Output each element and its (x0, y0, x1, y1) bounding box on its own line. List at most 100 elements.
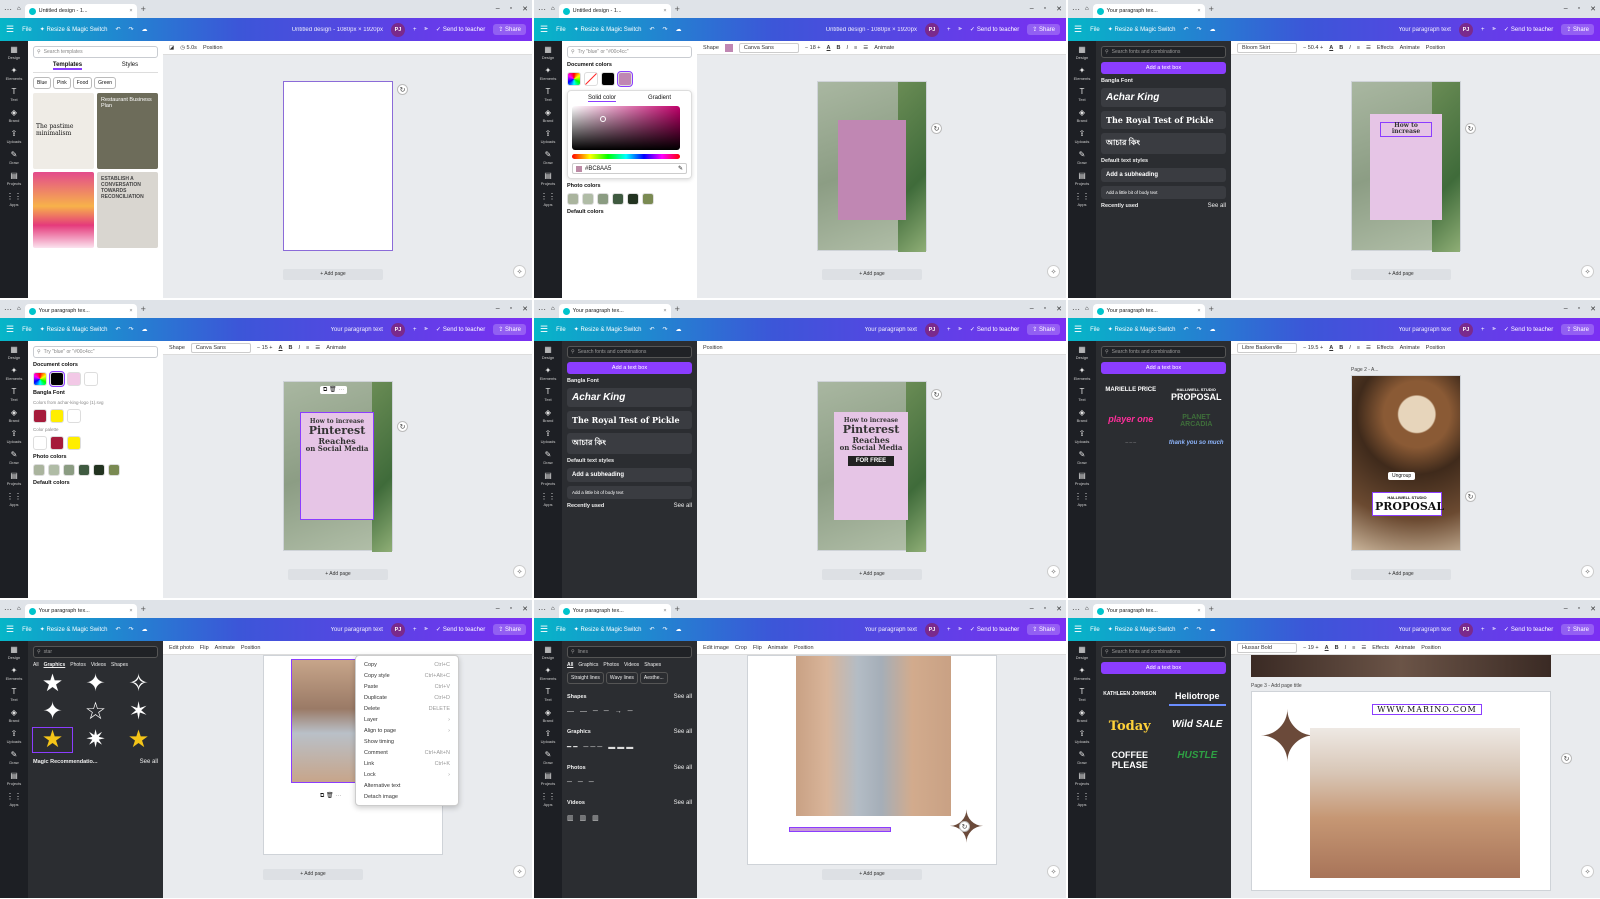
rail-item-design[interactable]: ▦ Design (8, 645, 20, 660)
cloud-save-icon[interactable]: ☁ (142, 626, 148, 633)
menu-icon[interactable]: ☰ (1074, 324, 1082, 335)
rail-item-text[interactable]: T Text (1078, 87, 1085, 102)
rail-item-projects[interactable]: ▤ Projects (1075, 771, 1089, 786)
text-color-icon[interactable]: A (1329, 45, 1333, 51)
photo-swatch[interactable] (108, 464, 120, 476)
font-size-stepper[interactable]: − 18 + (805, 45, 821, 51)
menu-item-comment[interactable]: Comment Ctrl+Alt+N (356, 747, 458, 758)
font-royal-test[interactable]: The Royal Test of Pickle (1101, 111, 1226, 129)
font-dropdown[interactable]: Hussar Bold (1237, 642, 1297, 653)
rail-item-design[interactable]: ▦ Design (542, 345, 554, 360)
menu-icon[interactable]: ☰ (1074, 24, 1082, 35)
rail-item-brand[interactable]: ◈ Brand (1077, 708, 1088, 723)
rail-item-brand[interactable]: ◈ Brand (543, 408, 554, 423)
refresh-icon[interactable]: ↻ (959, 821, 970, 832)
analytics-icon[interactable]: ⫸ (1492, 326, 1495, 333)
add-collaborator-icon[interactable]: + (413, 327, 417, 333)
photo-swatch[interactable] (612, 193, 624, 205)
close-window-icon[interactable]: ✕ (1590, 605, 1596, 613)
design-title[interactable]: Untitled design - 1080px × 1920px (292, 27, 383, 33)
toolbar-flip[interactable]: Flip (200, 645, 209, 651)
star-graphic[interactable]: ✷ (76, 728, 115, 752)
cloud-save-icon[interactable]: ☁ (676, 326, 682, 333)
animate-button[interactable]: Animate (1400, 45, 1420, 51)
resize-button[interactable]: ✦ Resize & Magic Switch (574, 626, 642, 633)
rail-item-draw[interactable]: ✎ Draw (9, 750, 18, 765)
rail-item-text[interactable]: T Text (10, 387, 17, 402)
design-title[interactable]: Your paragraph text (330, 627, 382, 633)
redo-icon[interactable]: ↷ (129, 626, 134, 633)
add-page-button[interactable]: + Add page (283, 269, 383, 280)
add-collaborator-icon[interactable]: + (413, 27, 417, 33)
italic-icon[interactable]: I (847, 45, 849, 51)
undo-icon[interactable]: ↶ (649, 326, 654, 333)
template-card[interactable] (33, 172, 94, 248)
add-collaborator-icon[interactable]: + (413, 627, 417, 633)
dots-icon[interactable]: ⋯ (4, 5, 13, 14)
home-icon[interactable]: ⌂ (17, 306, 21, 312)
rail-item-apps[interactable]: ⋮⋮ Apps (1074, 492, 1090, 507)
browser-tab[interactable]: Your paragraph tex... × (558, 604, 671, 618)
design-page[interactable] (817, 81, 927, 252)
undo-icon[interactable]: ↶ (1183, 26, 1188, 33)
add-page-button[interactable]: + Add page (822, 869, 922, 880)
new-tab-icon[interactable]: + (675, 304, 680, 314)
file-menu[interactable]: File (1090, 27, 1100, 33)
cloud-save-icon[interactable]: ☁ (1210, 626, 1216, 633)
text-color-icon[interactable]: A (279, 345, 283, 351)
shape-button[interactable]: Shape (169, 345, 185, 351)
toolbar-edit-image[interactable]: Edit image (703, 645, 729, 651)
text-color-icon[interactable]: A (827, 45, 831, 51)
user-avatar[interactable]: PJ (1458, 322, 1473, 337)
browser-tab[interactable]: Your paragraph tex... × (24, 304, 137, 318)
rail-item-uploads[interactable]: ⇪ Uploads (1075, 729, 1090, 744)
redo-icon[interactable]: ↷ (129, 26, 134, 33)
browser-tab[interactable]: Your paragraph tex... × (1092, 604, 1205, 618)
design-title[interactable]: Your paragraph text (330, 327, 382, 333)
close-window-icon[interactable]: ✕ (1056, 605, 1062, 613)
font-combo-tile[interactable]: KATHLEEN JOHNSON (1101, 688, 1159, 706)
tab-templates[interactable]: Templates (52, 62, 83, 70)
close-window-icon[interactable]: ✕ (1056, 5, 1062, 13)
chip[interactable]: Wavy lines (605, 672, 638, 684)
analytics-icon[interactable]: ⫸ (958, 626, 961, 633)
rail-item-text[interactable]: T Text (544, 87, 551, 102)
undo-icon[interactable]: ↶ (115, 326, 120, 333)
undo-icon[interactable]: ↶ (1183, 326, 1188, 333)
send-to-teacher-button[interactable]: ✓ Send to teacher (1504, 26, 1553, 34)
browser-tab[interactable]: Your paragraph tex... × (1092, 4, 1205, 18)
color-handle[interactable] (600, 116, 606, 122)
tab-close-icon[interactable]: × (1197, 608, 1200, 614)
send-to-teacher-button[interactable]: ✓ Send to teacher (1504, 326, 1553, 334)
list-icon[interactable]: ☰ (1366, 45, 1371, 51)
star-graphic[interactable]: ✦ (76, 672, 115, 696)
menu-item-lock[interactable]: Lock › (356, 769, 458, 780)
rail-item-brand[interactable]: ◈ Brand (9, 108, 20, 123)
photo-swatch[interactable] (582, 193, 594, 205)
bold-icon[interactable]: B (1339, 345, 1343, 351)
undo-icon[interactable]: ↶ (115, 626, 120, 633)
toolbar-edit-photo[interactable]: Edit photo (169, 645, 194, 651)
font-combo-tile[interactable]: HUSTLE (1169, 747, 1227, 773)
font-bangla-sample[interactable]: আচার কিং (567, 433, 692, 454)
see-all-link[interactable]: See all (674, 765, 692, 771)
send-to-teacher-button[interactable]: ✓ Send to teacher (970, 26, 1019, 34)
menu-item-link[interactable]: Link Ctrl+K (356, 758, 458, 769)
black-swatch[interactable] (601, 72, 615, 86)
design-title[interactable]: Your paragraph text (1398, 27, 1450, 33)
assistant-icon[interactable]: ✧ (1581, 565, 1594, 578)
rail-item-draw[interactable]: ✎ Draw (543, 750, 552, 765)
add-subheading[interactable]: Add a subheading (567, 468, 692, 482)
add-page-button[interactable]: + Add page (263, 869, 363, 880)
fashion-photo[interactable] (796, 656, 951, 816)
analytics-icon[interactable]: ⫸ (424, 26, 427, 33)
photo-swatch[interactable] (567, 193, 579, 205)
design-title[interactable]: Your paragraph text (1398, 627, 1450, 633)
toolbar-position[interactable]: Position (241, 645, 261, 651)
minimize-icon[interactable]: – (1564, 305, 1568, 313)
share-button[interactable]: ⇪ Share (1561, 624, 1594, 635)
menu-icon[interactable]: ☰ (6, 24, 14, 35)
fill-color-swatch[interactable] (724, 43, 733, 52)
filter-all[interactable]: All (33, 662, 39, 668)
shape-button[interactable]: Shape (703, 45, 719, 51)
